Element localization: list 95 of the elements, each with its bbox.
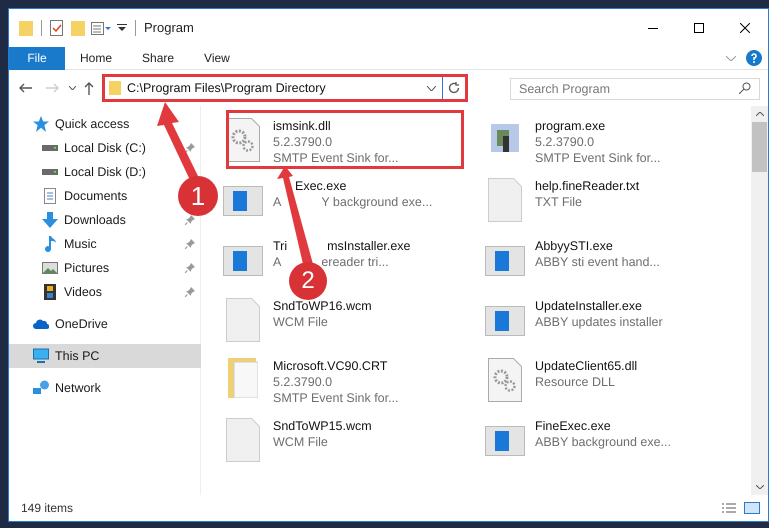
scroll-up-icon[interactable]: [756, 112, 764, 116]
pin-icon[interactable]: [185, 239, 195, 249]
file-name: program.exe: [535, 118, 606, 134]
application-icon: [223, 186, 263, 216]
address-path: C:\Program Files\Program Directory: [127, 80, 327, 97]
pin-icon[interactable]: [185, 215, 195, 225]
large-icons-view-icon[interactable]: [744, 502, 760, 514]
sidebar-item[interactable]: Quick access: [9, 112, 136, 136]
chevron-down-icon[interactable]: [427, 86, 436, 90]
download-arrow-icon: [42, 212, 58, 228]
folder-icon: [228, 358, 258, 398]
sidebar-item[interactable]: Music: [9, 232, 201, 256]
drive-icon: [42, 169, 58, 175]
file-detail: SMTP Event Sink for...: [535, 150, 661, 166]
file-detail: ABBY updates installer: [535, 314, 663, 330]
file-detail: WCM File: [273, 434, 328, 450]
file-detail: Y background exe...: [321, 194, 432, 210]
sidebar-item[interactable]: OneDrive: [9, 312, 114, 336]
customize-caret-icon[interactable]: [117, 24, 127, 32]
file-detail: 5.2.3790.0: [535, 134, 594, 150]
blank-document-icon: [226, 418, 260, 462]
application-icon: [223, 246, 263, 276]
gears-file-icon: [226, 118, 260, 162]
folder-icon: [109, 81, 121, 95]
file-detail: TXT File: [535, 194, 582, 210]
file-name: SndToWP15.wcm: [273, 418, 372, 434]
film-icon: [42, 284, 58, 300]
properties-icon[interactable]: [50, 20, 63, 36]
scrollbar[interactable]: [751, 106, 768, 495]
close-icon: [740, 23, 750, 33]
file-detail: SMTP Event Sink for...: [273, 390, 399, 406]
blank-document-icon: [488, 178, 522, 222]
file-detail: A: [273, 194, 282, 210]
file-detail: Resource DLL: [535, 374, 615, 390]
file-name: AbbyySTI.exe: [535, 238, 613, 254]
sidebar-item[interactable]: This PC: [9, 344, 201, 368]
pin-icon[interactable]: [185, 143, 195, 153]
picture-icon: [42, 262, 58, 274]
cloud-icon: [33, 319, 49, 329]
ribbon-tab[interactable]: Share: [127, 46, 190, 70]
file-detail: A: [273, 254, 282, 270]
application-icon: [485, 306, 525, 336]
sidebar-item[interactable]: Videos: [9, 280, 201, 304]
file-name: UpdateInstaller.exe: [535, 298, 642, 314]
refresh-icon[interactable]: [448, 82, 460, 94]
up-arrow-icon[interactable]: [84, 82, 94, 94]
gears-file-icon: [488, 358, 522, 402]
file-name: msInstaller.exe: [327, 238, 410, 254]
drive-icon: [42, 145, 58, 151]
view-options-icon[interactable]: [91, 22, 111, 34]
application-icon: [485, 426, 525, 456]
file-detail: WCM File: [273, 314, 328, 330]
installer-icon: [491, 124, 519, 152]
music-note-icon: [42, 236, 58, 252]
sidebar-item[interactable]: Documents: [9, 184, 134, 208]
file-name: Tri: [273, 238, 288, 254]
file-name: ismsink.dll: [273, 118, 331, 134]
file-name: UpdateClient65.dll: [535, 358, 638, 374]
file-name: SndToWP16.wcm: [273, 298, 372, 314]
recent-caret-icon[interactable]: [69, 86, 76, 90]
file-name: help.fineReader.txt: [535, 178, 640, 194]
file-name: Microsoft.VC90.CRT: [273, 358, 388, 374]
details-view-icon[interactable]: [722, 503, 736, 513]
search-icon[interactable]: [739, 82, 751, 94]
file-detail: SMTP Event Sink for...: [273, 150, 399, 166]
ribbon-tab[interactable]: View: [189, 46, 245, 70]
pin-icon[interactable]: [185, 287, 195, 297]
blank-document-icon: [226, 298, 260, 342]
document-icon: [42, 188, 58, 204]
back-arrow-icon[interactable]: [19, 83, 32, 93]
ribbon-tab[interactable]: Home: [65, 46, 128, 70]
pin-icon[interactable]: [185, 263, 195, 273]
application-icon: [485, 246, 525, 276]
file-detail: ABBY background exe...: [535, 434, 671, 450]
scrollbar-thumb[interactable]: [752, 122, 767, 172]
scroll-down-icon[interactable]: [756, 485, 764, 489]
search-field[interactable]: Search Program: [510, 78, 760, 100]
file-detail: 5.2.3790.0: [273, 134, 332, 150]
file-detail: 5.2.3790.0: [273, 374, 332, 390]
star-icon: [33, 116, 49, 132]
monitor-icon: [33, 348, 49, 364]
network-globe-icon: [33, 380, 49, 396]
item-count: 149 items: [21, 500, 74, 517]
file-name: FineExec.exe: [535, 418, 611, 434]
sidebar-item[interactable]: Network: [9, 376, 107, 400]
file-detail: ABBY sti event hand...: [535, 254, 660, 270]
address-bar[interactable]: C:\Program Files\Program Directory: [102, 74, 468, 102]
sidebar-item[interactable]: Pictures: [9, 256, 201, 280]
sidebar-item[interactable]: Local Disk (D:): [9, 160, 152, 184]
window-title: Program: [144, 19, 194, 38]
maximize-icon: [694, 23, 704, 33]
sidebar-item[interactable]: Local Disk (C:): [9, 136, 201, 160]
file-tab[interactable]: File: [9, 46, 65, 70]
help-icon[interactable]: [746, 50, 762, 66]
file-name: Exec.exe: [295, 178, 346, 194]
